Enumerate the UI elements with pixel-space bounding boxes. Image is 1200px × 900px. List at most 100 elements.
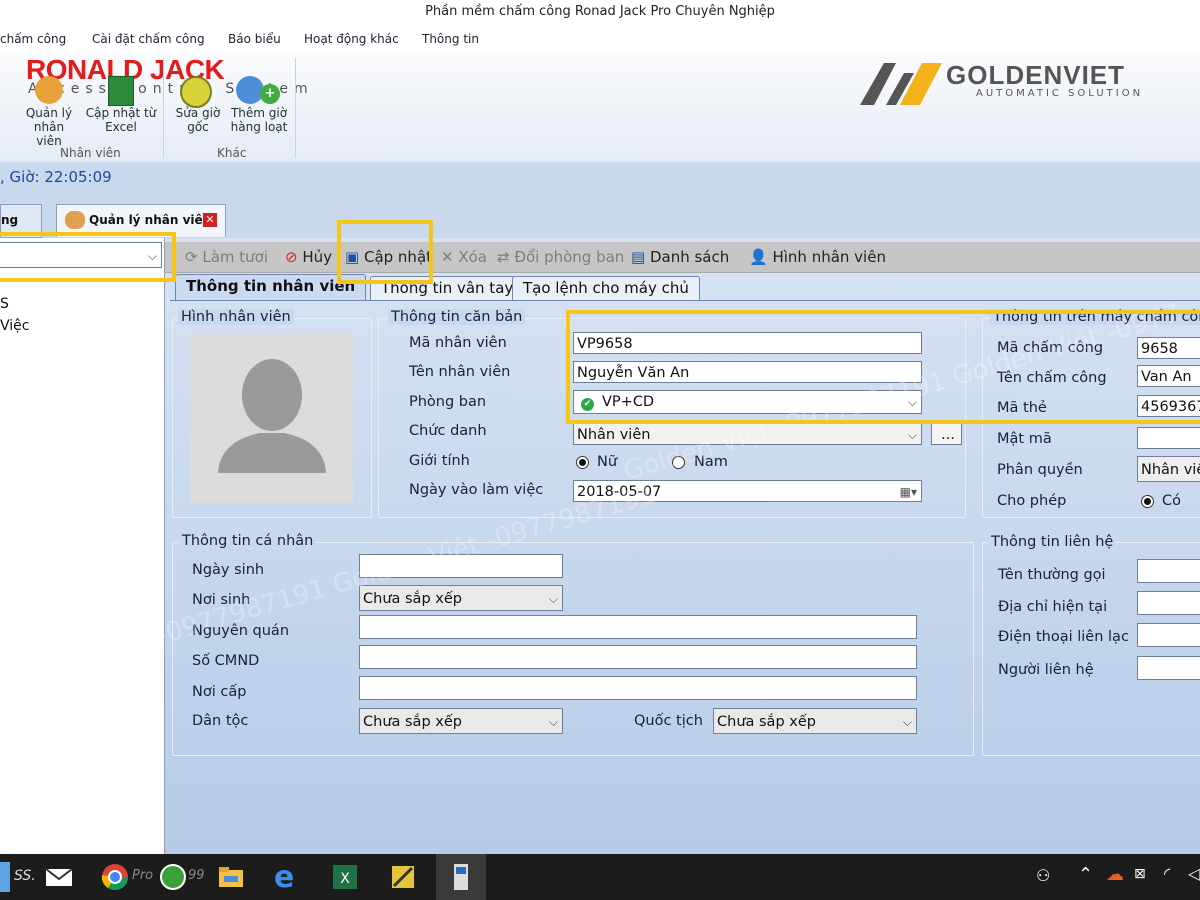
taskbar-app-label[interactable]: SS. <box>14 868 36 884</box>
personal-info-title: Thông tin cá nhân <box>179 533 317 549</box>
contact-info-title: Thông tin liên hệ <box>988 534 1117 550</box>
address-field[interactable] <box>1137 591 1200 615</box>
cancel-icon: ⊘ <box>285 248 298 266</box>
wifi-icon[interactable]: ◜ <box>1164 864 1170 883</box>
position-more-button[interactable]: ... <box>931 423 962 445</box>
chevron-down-icon: ⌵ <box>548 592 558 606</box>
menu-cai-dat[interactable]: Cài đặt chấm công <box>92 32 205 46</box>
nationality-select[interactable]: Chưa sắp xếp ⌵ <box>713 708 917 734</box>
employee-photo-button[interactable]: 👤 Hình nhân viên <box>749 248 886 266</box>
nationality-label: Quốc tịch <box>634 713 703 729</box>
position-label: Chức danh <box>409 423 487 439</box>
ribbon-divider <box>295 58 296 158</box>
dept-label: Phòng ban <box>409 394 487 410</box>
list-button[interactable]: ▤ Danh sách <box>631 248 729 266</box>
chevron-down-icon: ⌵ <box>902 715 912 729</box>
issue-place-label: Nơi cấp <box>192 684 247 700</box>
contact-person-label: Người liên hệ <box>998 662 1094 678</box>
chevron-up-icon[interactable]: ⌃ <box>1078 864 1093 885</box>
calendar-icon: ▦▾ <box>899 485 917 499</box>
ethnicity-select[interactable]: Chưa sắp xếp ⌵ <box>359 708 563 734</box>
excel-icon[interactable]: X <box>330 862 360 892</box>
basic-info-title: Thông tin căn bản <box>388 309 526 325</box>
id-number-label: Số CMND <box>192 653 260 669</box>
highlight-box <box>566 310 1200 424</box>
timekeeper-icon[interactable] <box>446 862 476 892</box>
taskbar: SS. Pro 99 e X ⚇ ⌃ ☁ ⊠ ◜ ◁ <box>0 854 1200 900</box>
password-label: Mật mã <box>997 431 1052 447</box>
ribbon: RONALD JACK Access Control System + Quản… <box>0 54 1200 163</box>
gender-female-radio[interactable] <box>576 456 589 469</box>
dob-label: Ngày sinh <box>192 562 265 578</box>
svg-text:X: X <box>340 871 350 887</box>
cloud-icon[interactable]: ☁ <box>1106 864 1124 885</box>
tab-divider <box>170 300 1200 301</box>
manage-employee-button[interactable]: Quản lý nhân viên <box>20 106 78 148</box>
highlight-box <box>337 220 433 284</box>
nickname-label: Tên thường gọi <box>998 567 1106 583</box>
left-tree-panel: ⌵ S Việc <box>0 238 165 854</box>
mail-icon[interactable] <box>44 862 74 892</box>
brand-name: GOLDENVIET <box>946 60 1126 90</box>
menu-bar: chấm công Cài đặt chấm công Báo biểu Hoạ… <box>0 26 1200 54</box>
avatar-placeholder-icon <box>218 359 326 473</box>
person-icon: 👤 <box>749 248 768 266</box>
menu-cham-cong[interactable]: chấm công <box>0 32 66 46</box>
tab-server-command[interactable]: Tạo lệnh cho máy chủ <box>512 276 700 301</box>
bulk-add-time-button[interactable]: Thêm giờ hàng loạt <box>228 106 290 134</box>
toolbar: ⟳ Làm tươi ⊘ Hủy ▣ Cập nhật ✕ Xóa ⇄ Đổi … <box>165 242 1200 273</box>
chevron-down-icon: ⌵ <box>548 715 558 729</box>
change-dept-button[interactable]: ⇄ Đổi phòng ban <box>497 248 624 266</box>
chevron-down-icon: ⌵ <box>907 428 917 442</box>
gender-female-label: Nữ <box>597 454 618 470</box>
employee-photo[interactable] <box>190 333 353 503</box>
app-icon[interactable] <box>0 862 10 892</box>
users-icon <box>35 76 63 104</box>
phone-field[interactable] <box>1137 623 1200 647</box>
clock-text: , Giờ: 22:05:09 <box>0 168 112 186</box>
delete-button[interactable]: ✕ Xóa <box>441 248 487 266</box>
issue-place-field[interactable] <box>359 676 917 700</box>
contact-person-field[interactable] <box>1137 656 1200 680</box>
brand-sub: AUTOMATIC SOLUTION <box>976 88 1144 99</box>
start-date-label: Ngày vào làm việc <box>409 482 544 498</box>
cancel-button[interactable]: ⊘ Hủy <box>285 248 332 266</box>
address-label: Địa chỉ hiện tại <box>998 599 1108 615</box>
network-icon[interactable]: ⊠ <box>1134 866 1146 882</box>
role-select[interactable]: Nhân viê <box>1137 456 1200 482</box>
folder-icon[interactable] <box>216 862 246 892</box>
ribbon-divider <box>163 58 164 158</box>
id-number-field[interactable] <box>359 645 917 669</box>
emp-name-label: Tên nhân viên <box>409 364 511 380</box>
emp-id-label: Mã nhân viên <box>409 335 507 351</box>
volume-icon[interactable]: ◁ <box>1188 864 1200 883</box>
password-field[interactable] <box>1137 427 1200 449</box>
status-bar: , Giờ: 22:05:09 <box>0 162 1200 194</box>
menu-hoat-dong[interactable]: Hoạt động khác <box>304 32 399 46</box>
window-title: Phần mềm chấm công Ronad Jack Pro Chuyên… <box>0 0 1200 26</box>
menu-thong-tin[interactable]: Thông tin <box>422 32 479 46</box>
import-excel-button[interactable]: Cập nhật từ Excel <box>84 106 158 134</box>
clock-edit-icon <box>180 76 212 108</box>
gender-label: Giới tính <box>409 453 470 469</box>
refresh-button[interactable]: ⟳ Làm tươi <box>185 248 268 266</box>
chrome-icon[interactable] <box>100 862 130 892</box>
origin-field[interactable] <box>359 615 917 639</box>
tree-item[interactable]: S <box>0 296 9 312</box>
people-icon[interactable]: ⚇ <box>1036 866 1050 885</box>
allow-yes-radio[interactable] <box>1141 495 1154 508</box>
photo-group-title: Hình nhân viên <box>178 309 294 325</box>
edge-icon[interactable]: e <box>274 860 294 895</box>
ribbon-group-employee: Nhân viên <box>60 146 121 160</box>
pob-select[interactable]: Chưa sắp xếp ⌵ <box>359 585 563 611</box>
edit-time-button[interactable]: Sửa giờ gốc <box>172 106 224 134</box>
menu-bao-bieu[interactable]: Báo biểu <box>228 32 281 46</box>
tree-item[interactable]: Việc <box>0 318 29 334</box>
plus-icon: + <box>260 84 280 104</box>
app-circle-icon[interactable] <box>158 862 188 892</box>
taskbar-app-label: Pro <box>132 868 154 883</box>
tools-icon[interactable] <box>388 862 418 892</box>
document-tabstrip: ng Pro Quản lý nhân viên ✕ <box>0 194 1200 257</box>
close-icon[interactable]: ✕ <box>203 213 217 227</box>
nickname-field[interactable] <box>1137 559 1200 583</box>
